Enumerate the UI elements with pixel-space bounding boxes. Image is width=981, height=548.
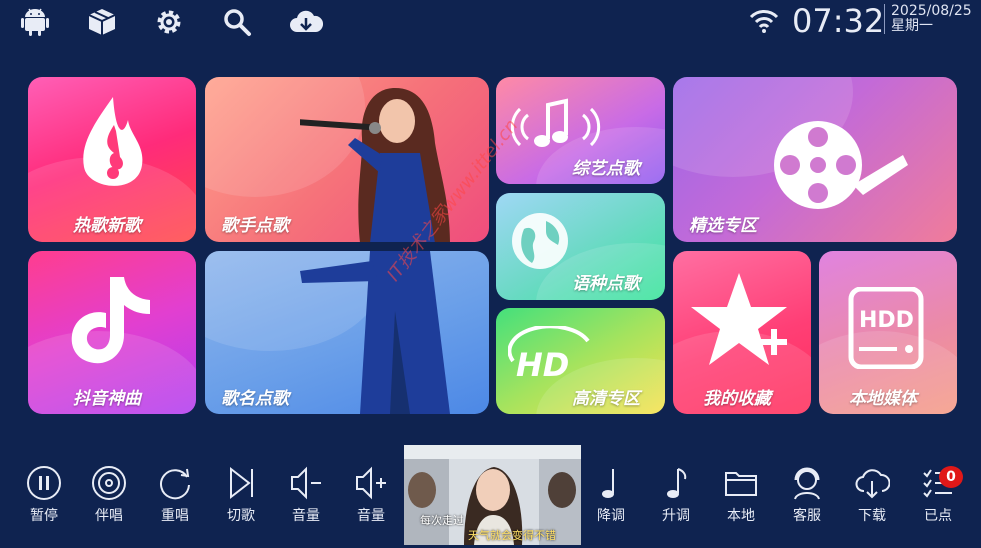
hdd-icon: HDD: [848, 287, 924, 369]
android-icon[interactable]: [20, 7, 50, 37]
douyin-note-icon: [71, 277, 150, 364]
pause-button[interactable]: 暂停: [15, 465, 73, 529]
tile-local-media[interactable]: HDD 本地媒体: [819, 251, 957, 414]
music-note-waves-icon: [510, 98, 601, 147]
film-reel-icon: [774, 121, 908, 209]
skip-next-icon: [230, 466, 253, 500]
tile-label: 高清专区: [572, 389, 640, 409]
download-label: 下载: [858, 508, 886, 524]
tile-label: 抖音神曲: [73, 389, 141, 409]
hd-icon: HD: [508, 326, 590, 384]
cloud-download-icon: [855, 469, 890, 499]
volume-up-button[interactable]: 音量: [342, 465, 400, 529]
video-preview[interactable]: 每次走过 天气就会变得不错: [404, 445, 581, 545]
skip-label: 切歌: [227, 508, 255, 524]
accompany-button[interactable]: 伴唱: [80, 465, 138, 529]
volume-up-label: 音量: [357, 508, 385, 524]
date-display: 2025/08/25 星期一: [884, 4, 972, 34]
tile-label: 热歌新歌: [73, 216, 141, 236]
svg-text:HD: HD: [516, 346, 569, 384]
service-label: 客服: [793, 508, 821, 524]
tile-hd[interactable]: HD 高清专区: [496, 308, 665, 414]
top-bar: 07:32 2025/08/25 星期一: [0, 0, 981, 46]
replay-icon: [160, 468, 190, 500]
replay-label: 重唱: [161, 508, 189, 524]
search-icon[interactable]: [222, 7, 252, 37]
pitch-down-button[interactable]: 降调: [582, 465, 640, 529]
package-icon[interactable]: [87, 7, 117, 37]
tile-label: 歌手点歌: [221, 216, 289, 236]
tile-label: 歌名点歌: [221, 389, 289, 409]
customer-service-icon: [794, 467, 820, 500]
tile-label: 精选专区: [689, 216, 757, 236]
subtitle-bottom: 天气就会变得不错: [468, 529, 556, 542]
folder-icon: [725, 472, 757, 496]
star-plus-icon: [691, 273, 787, 365]
tile-douyin[interactable]: 抖音神曲: [28, 251, 196, 414]
gear-icon[interactable]: [154, 7, 184, 37]
pitch-up-button[interactable]: 升调: [647, 465, 705, 529]
pause-icon: [27, 466, 61, 500]
tile-language[interactable]: 语种点歌: [496, 193, 665, 300]
volume-up-icon: [356, 466, 386, 500]
replay-button[interactable]: 重唱: [146, 465, 204, 529]
date-text: 2025/08/25: [891, 3, 972, 19]
tile-label: 语种点歌: [572, 274, 640, 294]
service-button[interactable]: 客服: [778, 465, 836, 529]
weekday-text: 星期一: [891, 18, 933, 34]
volume-down-label: 音量: [292, 508, 320, 524]
globe-icon: [512, 213, 568, 269]
volume-down-button[interactable]: 音量: [277, 465, 335, 529]
local-label: 本地: [727, 508, 755, 524]
tile-featured[interactable]: 精选专区: [673, 77, 957, 242]
tile-hot-songs[interactable]: 热歌新歌: [28, 77, 196, 242]
pitch-down-label: 降调: [597, 508, 625, 524]
volume-down-icon: [291, 466, 321, 500]
clock: 07:32: [792, 2, 885, 40]
tile-label: 我的收藏: [703, 389, 771, 409]
local-button[interactable]: 本地: [712, 465, 770, 529]
download-button[interactable]: 下载: [843, 465, 901, 529]
queued-label: 已点: [924, 508, 952, 524]
queued-count-badge: 0: [939, 466, 963, 488]
disc-icon: [92, 466, 126, 500]
subtitle-top: 每次走过: [420, 514, 464, 527]
svg-text:HDD: HDD: [859, 308, 914, 333]
note-down-icon: [602, 469, 614, 498]
cloud-download-icon[interactable]: [289, 7, 323, 37]
pitch-up-label: 升调: [662, 508, 690, 524]
tile-favorites[interactable]: 我的收藏: [673, 251, 811, 414]
tile-label: 本地媒体: [849, 389, 917, 409]
tile-label: 综艺点歌: [572, 159, 640, 179]
tile-song-name[interactable]: 歌名点歌: [205, 251, 489, 414]
note-up-icon: [667, 468, 687, 498]
accompany-label: 伴唱: [95, 508, 123, 524]
pause-label: 暂停: [30, 508, 58, 524]
singer-photo-lower: [300, 251, 450, 414]
skip-button[interactable]: 切歌: [212, 465, 270, 529]
flame-music-icon: [83, 97, 143, 186]
wifi-icon: [749, 6, 779, 36]
